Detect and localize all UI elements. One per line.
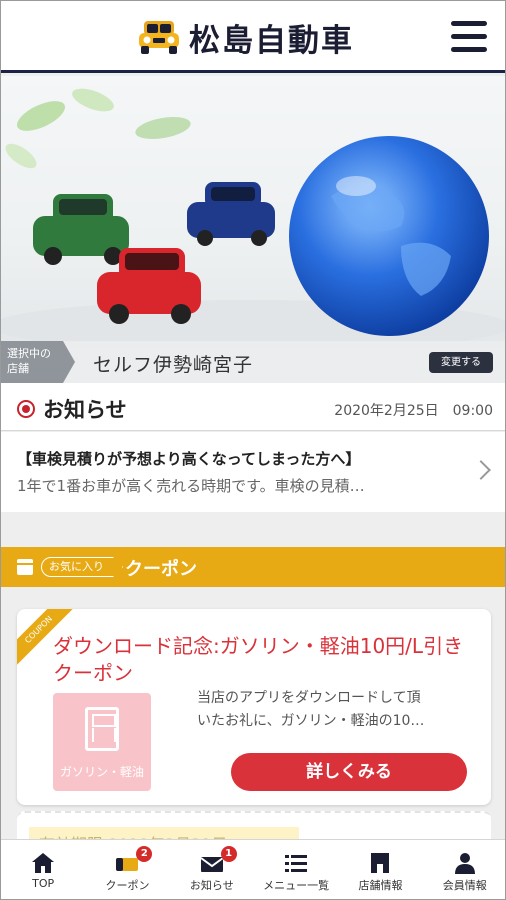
news-item-title: 【車検見積りが予想より高くなってしまった方へ】 xyxy=(17,450,361,468)
app-logo[interactable]: 松島自動車 xyxy=(137,15,354,59)
coupon-count-badge: 2 xyxy=(136,846,153,862)
nav-member-info[interactable]: 会員情報 xyxy=(423,840,505,899)
car-icon xyxy=(139,21,179,54)
fuel-pump-icon xyxy=(85,707,119,751)
user-icon xyxy=(454,853,475,874)
coupon-section-title: クーポン xyxy=(125,559,197,580)
nav-coupon[interactable]: 2 クーポン xyxy=(85,840,169,899)
coupon-description: 当店のアプリをダウンロードして頂 いたお礼に、ガソリン・軽油の10… xyxy=(197,687,479,733)
favorite-tag: お気に入り xyxy=(41,557,123,577)
hero-illustration xyxy=(1,88,505,348)
store-icon xyxy=(371,853,390,873)
news-count-badge: 1 xyxy=(220,846,237,862)
hamburger-line xyxy=(451,34,487,39)
selected-shop-bar: 選択中の 店舗 セルフ伊勢崎宮子 変更する xyxy=(1,341,505,383)
fuel-category-label: ガソリン・軽油 xyxy=(59,765,144,779)
app-title: 松島自動車 xyxy=(189,22,354,59)
home-icon xyxy=(32,853,55,873)
change-shop-button[interactable]: 変更する xyxy=(429,352,493,373)
shop-name: セルフ伊勢崎宮子 xyxy=(93,354,254,376)
coupon-description-line: いたお礼に、ガソリン・軽油の10… xyxy=(197,713,425,729)
nav-top[interactable]: TOP xyxy=(1,840,85,899)
news-title: お知らせ xyxy=(43,398,127,422)
nav-store-info-label: 店舗情報 xyxy=(358,879,403,892)
news-item[interactable]: 【車検見積りが予想より高くなってしまった方へ】 1年で1番お車が高く売れる時期で… xyxy=(1,432,505,512)
chevron-right-icon xyxy=(471,460,491,480)
news-header: お知らせ 2020年2月25日 09:00 xyxy=(1,383,505,431)
nav-member-info-label: 会員情報 xyxy=(442,879,487,892)
fuel-category-badge: ガソリン・軽油 xyxy=(53,693,151,791)
calendar-icon xyxy=(17,559,33,575)
news-item-body: 1年で1番お車が高く売れる時期です。車検の見積… xyxy=(17,477,365,495)
coupon-name: ダウンロード記念:ガソリン・軽油10円/L引きクーポン xyxy=(53,634,464,685)
coupon-section-header: お気に入り クーポン xyxy=(1,547,505,587)
nav-news-label: お知らせ xyxy=(189,879,234,892)
app-header: 松島自動車 xyxy=(1,1,505,73)
coupon-card[interactable]: COUPON ダウンロード記念:ガソリン・軽油10円/L引きクーポン ガソリン・… xyxy=(17,609,491,805)
coupon-description-line: 当店のアプリをダウンロードして頂 xyxy=(197,690,421,706)
nav-store-info[interactable]: 店舗情報 xyxy=(338,840,422,899)
nav-menu-list[interactable]: メニュー一覧 xyxy=(254,840,338,899)
news-bullet-icon xyxy=(17,400,35,418)
news-date: 2020年2月25日 09:00 xyxy=(334,403,493,419)
nav-menu-list-label: メニュー一覧 xyxy=(263,879,330,892)
hamburger-line xyxy=(451,47,487,52)
selected-shop-tag-label: 選択中の 店舗 xyxy=(7,347,51,375)
hero-banner xyxy=(1,76,505,348)
list-icon xyxy=(285,855,308,872)
nav-top-label: TOP xyxy=(32,877,55,890)
hamburger-menu-button[interactable] xyxy=(447,17,491,57)
selected-shop-tag: 選択中の 店舗 xyxy=(1,341,75,383)
nav-news[interactable]: 1 お知らせ xyxy=(170,840,254,899)
app-screen: 松島自動車 選択中の 店舗 セルフ伊勢崎宮子 変更する お知らせ 2020年2月… xyxy=(0,0,506,900)
bottom-navigation: TOP 2 クーポン 1 お知らせ メニュー一覧 店舗情報 会員情報 xyxy=(1,839,505,899)
hamburger-menu-icon xyxy=(451,21,487,26)
coupon-detail-button[interactable]: 詳しくみる xyxy=(231,753,467,791)
nav-coupon-label: クーポン xyxy=(105,879,150,892)
